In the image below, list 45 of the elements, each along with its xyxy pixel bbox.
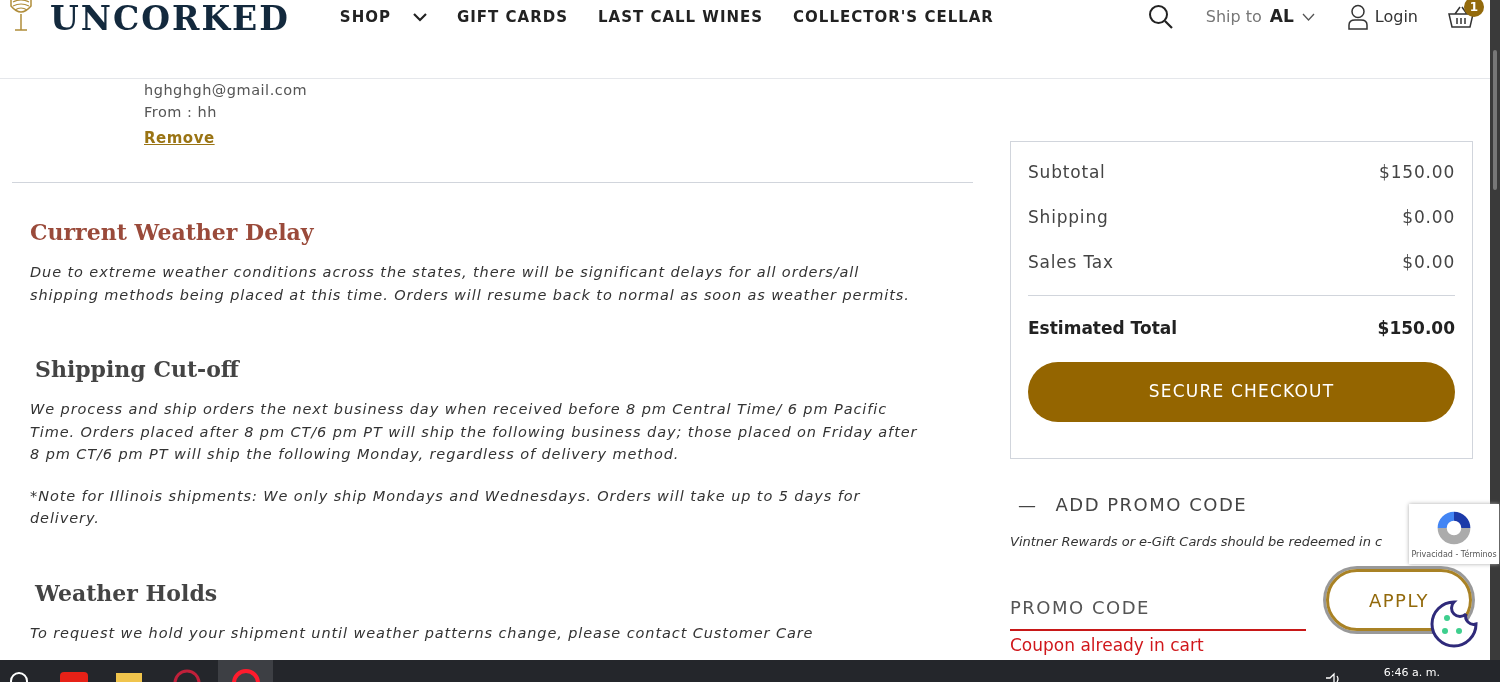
search-icon[interactable] [8,670,30,682]
user-icon [1346,4,1369,30]
summary-label: Shipping [1028,206,1109,229]
summary-label: Sales Tax [1028,251,1114,274]
clock-time: 6:46 a. m. [1383,667,1440,679]
sender-name: From : hh [144,103,218,122]
notice-text: We process and ship orders the next business day when received before 8 pm Central Time/ 6 pm Pacific Time. Orders placed after 8 pm CT/6 pm PT will ship the following business day; those placed on Friday after 8 pm CT/6 pm PT will ship the following Monday, regardless of delivery method. [30,400,919,464]
summary-label: Subtotal [1028,161,1106,184]
active-app-tab[interactable] [218,660,273,682]
search-icon[interactable] [1147,4,1174,30]
secure-checkout-button[interactable]: SECURE CHECKOUT [1028,361,1455,422]
section-heading: Weather Holds [35,579,219,606]
ring-app-icon [230,668,261,682]
cookie-icon[interactable] [1430,600,1478,648]
recaptcha-badge[interactable]: Privacidad - Términos [1409,504,1499,564]
section-heading: Shipping Cut-off [35,356,241,382]
total-label: Estimated Total [1028,317,1178,340]
nav-link[interactable]: GIFT CARDS [456,6,568,29]
logo-link[interactable]: UNCORKED [50,0,290,38]
recipient-email: hghghgh@gmail.com [144,81,309,100]
notice-text: *Note for Illinois shipments: We only ship Mondays and Wednesdays. Orders will take up to 5 days for delivery. [30,486,862,528]
chevron-down-icon [412,12,427,22]
nav-link[interactable]: COLLECTOR'S CELLAR [793,6,994,29]
login-link[interactable]: Login [1346,4,1418,30]
nav-link[interactable]: SHOP [339,6,427,29]
notice-text: To request we hold your shipment until weather patterns change, please contact Customer Care [30,623,815,643]
section-heading: Current Weather Delay [30,219,315,245]
recaptcha-links: Privacidad - Términos [1411,550,1497,559]
add-promo-code-toggle[interactable]: — ADD PROMO CODE [1018,490,1248,518]
notice-text: Due to extreme weather conditions across the states, there will be significant delays for all orders/all shipping methods being placed at this time. Orders will resume back to normal as soon as weather permits. [30,263,911,305]
wine-glass-logo-icon [8,0,34,32]
promo-code-field[interactable]: PROMO CODE [1010,585,1306,631]
remove-link[interactable]: Remove [144,127,215,150]
cart-count-badge: 1 [1464,0,1484,17]
nav-link[interactable]: LAST CALL WINES [597,6,764,29]
summary-value: $0.00 [1402,206,1455,229]
total-value: $150.00 [1377,317,1455,340]
summary-value: $150.00 [1379,161,1455,184]
ship-to-selector[interactable]: Ship to AL [1205,4,1315,30]
summary-value: $0.00 [1402,251,1455,274]
ring-app-icon[interactable] [172,668,202,682]
error-message: Coupon already in cart [1010,634,1205,657]
promo-note: Vintner Rewards or e-Gift Cards should be redeemed in c [1010,532,1384,551]
apply-button[interactable]: APPLY [1326,569,1472,631]
chevron-down-icon [1301,13,1315,21]
